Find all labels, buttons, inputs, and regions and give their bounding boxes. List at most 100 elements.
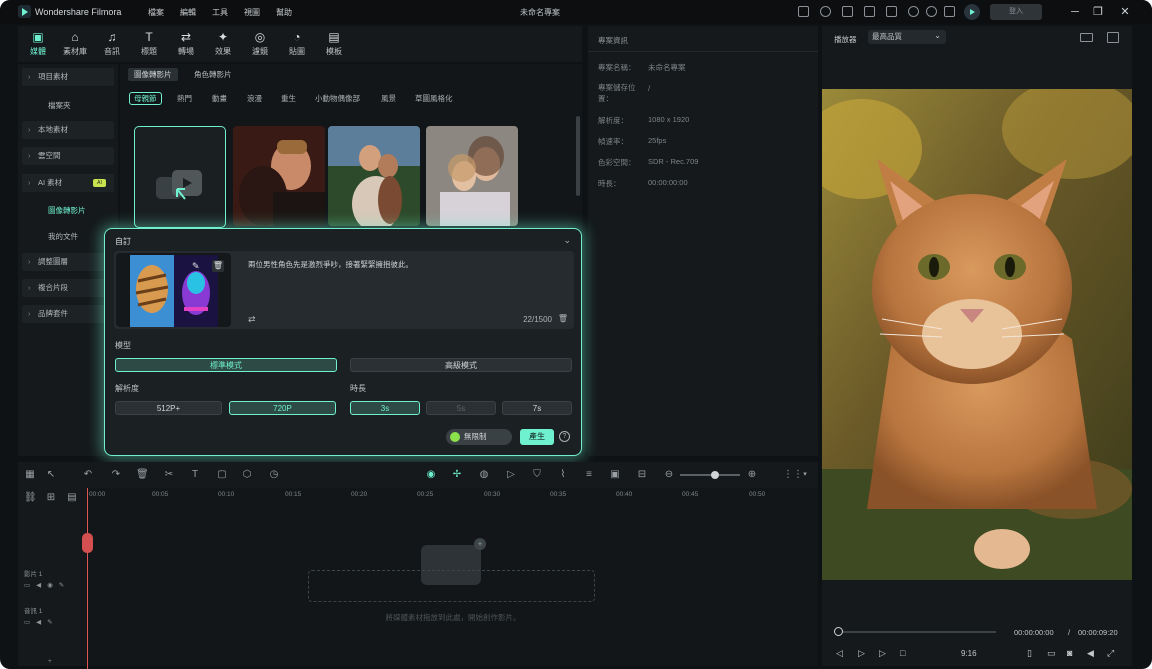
shield-icon[interactable]: ⛉: [531, 469, 543, 481]
shuffle-icon[interactable]: ⇄: [248, 314, 256, 325]
chip-scenery[interactable]: 風景: [381, 92, 396, 105]
tab-transitions[interactable]: ⇄ 轉場: [168, 30, 204, 57]
sidebar-item-my-files[interactable]: 我的文件: [48, 231, 78, 242]
template-thumb-couple-hug[interactable]: [233, 126, 325, 226]
minimize-icon[interactable]: ─: [1068, 5, 1082, 19]
playhead-handle[interactable]: [82, 533, 93, 553]
save-icon[interactable]: [886, 6, 897, 17]
send-icon[interactable]: [820, 6, 831, 17]
model-advanced-button[interactable]: 高級模式: [350, 358, 572, 372]
tab-image-to-video[interactable]: 圖像轉影片: [128, 68, 178, 81]
redo-icon[interactable]: ↷: [110, 469, 122, 481]
reference-images[interactable]: ✎ 🗑: [116, 253, 231, 327]
ai-assist-icon[interactable]: ◉: [425, 469, 437, 481]
audio-track-controls[interactable]: ▭◀✎: [24, 618, 59, 626]
layout-icon[interactable]: ▦: [24, 469, 36, 481]
chip-romance[interactable]: 浪漫: [247, 92, 262, 105]
undo-icon[interactable]: ↶: [82, 469, 94, 481]
avatar[interactable]: [964, 4, 980, 20]
time-ruler[interactable]: 00:00 00:05 00:10 00:15 00:20 00:25 00:3…: [86, 488, 818, 504]
zoom-slider-handle[interactable]: [711, 471, 719, 479]
tab-stock[interactable]: ⌂ 素材庫: [57, 30, 93, 57]
duration-5s-button[interactable]: 5s: [426, 401, 496, 415]
resolution-512-button[interactable]: 512P+: [115, 401, 222, 415]
template-thumb-friends-hug[interactable]: [328, 126, 420, 226]
signin-button[interactable]: 登入: [990, 4, 1042, 20]
tab-effects[interactable]: ✦ 效果: [205, 30, 241, 57]
zoom-out-icon[interactable]: ⊖: [663, 469, 675, 481]
cut-icon[interactable]: ✂: [163, 469, 175, 481]
delete-image-icon[interactable]: 🗑: [212, 260, 224, 272]
more-icon[interactable]: ▾: [799, 469, 811, 481]
snapshot-icon[interactable]: [1107, 32, 1119, 43]
resolution-720-button[interactable]: 720P: [229, 401, 336, 415]
cloud-icon[interactable]: [908, 6, 919, 17]
play-icon[interactable]: ▷: [879, 648, 886, 659]
speed-icon[interactable]: ◷: [268, 469, 280, 481]
chip-popular[interactable]: 熱門: [177, 92, 192, 105]
subtitle-icon[interactable]: ≡: [583, 469, 595, 481]
chip-rebirth[interactable]: 重生: [281, 92, 296, 105]
prompt-input[interactable]: 兩位男性角色先是激烈爭吵，接著緊緊擁抱彼此。: [248, 259, 413, 270]
tab-titles[interactable]: T 標題: [131, 30, 167, 57]
tab-filters[interactable]: ◎ 濾鏡: [242, 30, 278, 57]
scene-icon[interactable]: ▣: [609, 469, 621, 481]
grid-icon[interactable]: [944, 6, 955, 17]
snap-icon[interactable]: ✢: [451, 469, 463, 481]
chip-mothers-day[interactable]: 母親節: [129, 92, 162, 105]
mark-in-icon[interactable]: ▯: [1027, 648, 1032, 659]
sidebar-item-cloud[interactable]: 雲空間: [22, 147, 114, 165]
sidebar-item-project-media[interactable]: 項目素材: [22, 68, 114, 86]
zoom-slider[interactable]: [680, 474, 740, 476]
step-back-icon[interactable]: ▷: [858, 648, 865, 659]
add-track-plus-icon[interactable]: +: [48, 658, 52, 665]
gift-icon[interactable]: [798, 6, 809, 17]
calendar-icon[interactable]: [864, 6, 875, 17]
sidebar-item-ai-media[interactable]: AI 素材AI: [22, 174, 114, 192]
duration-3s-button[interactable]: 3s: [350, 401, 420, 415]
video-track-controls[interactable]: ▭◀◉✎: [24, 581, 70, 589]
fullscreen-icon[interactable]: ⤢: [1107, 648, 1114, 659]
play-range-icon[interactable]: ▷: [505, 469, 517, 481]
tab-media[interactable]: ▣ 媒體: [20, 30, 56, 57]
close-icon[interactable]: ✕: [1118, 5, 1132, 19]
scrub-handle[interactable]: [834, 627, 843, 636]
aspect-ratio[interactable]: 9:16: [961, 649, 977, 658]
sidebar-item-adjustment-layer[interactable]: 調整圖層: [22, 253, 114, 271]
tab-character-to-video[interactable]: 角色轉影片: [188, 68, 238, 81]
generate-button[interactable]: 產生: [520, 429, 554, 445]
restore-icon[interactable]: ❐: [1091, 5, 1105, 19]
color-icon[interactable]: ⬡: [241, 469, 253, 481]
mic-icon[interactable]: ⌇: [557, 469, 569, 481]
delete-icon[interactable]: 🗑: [136, 469, 149, 481]
sidebar-item-folder[interactable]: 檔案夾: [48, 100, 71, 111]
headset-icon[interactable]: [926, 6, 937, 17]
playhead[interactable]: [87, 488, 88, 669]
chip-pet-idol[interactable]: 小動物偶像部: [315, 92, 360, 105]
media-scrollbar[interactable]: [576, 116, 580, 196]
edit-icon[interactable]: ✎: [192, 261, 203, 272]
tab-audio[interactable]: ♫ 音訊: [94, 30, 130, 57]
template-thumb-mother-daughter[interactable]: [426, 126, 518, 226]
tab-templates[interactable]: ▤ 模板: [316, 30, 352, 57]
grid-layout-icon[interactable]: ⋮⋮: [783, 469, 803, 481]
add-media-plus-icon[interactable]: +: [474, 538, 486, 550]
monitor-icon[interactable]: ▭: [1047, 648, 1056, 659]
preview-video[interactable]: [822, 89, 1132, 580]
volume-icon[interactable]: ◀: [1087, 648, 1094, 659]
stop-icon[interactable]: □: [900, 648, 905, 658]
drop-zone[interactable]: [308, 570, 595, 602]
help-icon[interactable]: ?: [559, 431, 570, 442]
image-icon[interactable]: [842, 6, 853, 17]
sidebar-item-brand-kit[interactable]: 品牌套件: [22, 305, 114, 323]
clear-prompt-icon[interactable]: 🗑: [558, 314, 568, 323]
custom-template-card[interactable]: [134, 126, 226, 228]
crop-icon[interactable]: ▢: [216, 469, 228, 481]
select-tool-icon[interactable]: ↖: [45, 469, 57, 481]
duration-7s-button[interactable]: 7s: [502, 401, 572, 415]
sidebar-item-local-media[interactable]: 本地素材: [22, 121, 114, 139]
sidebar-item-compound-clip[interactable]: 複合片段: [22, 279, 118, 297]
add-track-icon[interactable]: ⊞: [45, 492, 57, 504]
ripple-icon[interactable]: ⊟: [636, 469, 648, 481]
prev-frame-icon[interactable]: ◁: [836, 648, 843, 659]
